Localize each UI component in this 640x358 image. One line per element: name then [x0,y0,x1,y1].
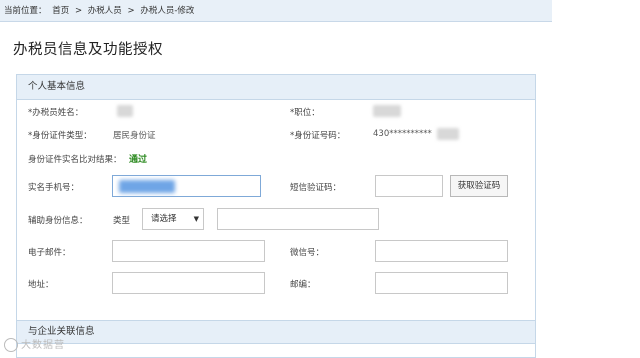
email-label: 电子邮件： [28,248,71,258]
breadcrumb-current: 办税人员-修改 [140,6,195,16]
personal-info-panel-title: 个人基本信息 [17,75,535,100]
id-number-value: 430********** [373,129,432,139]
aux-id-number-input[interactable] [217,208,379,230]
id-verify-result: 通过 [129,155,148,165]
sms-code-label: 短信验证码： [290,183,342,193]
id-number-label: *身份证号码： [290,131,346,141]
phone-input[interactable] [112,175,261,197]
right-margin [552,0,640,358]
aux-id-type-label: 类型 [113,216,131,226]
breadcrumb-prefix: 当前位置： [4,6,47,16]
postcode-input[interactable] [375,272,508,294]
email-input[interactable] [112,240,265,262]
position-label: *职位： [290,108,320,118]
phone-value-blurred [119,180,175,193]
breadcrumb-separator: > [127,6,135,16]
chevron-down-icon: ▼ [193,215,199,223]
id-type-value: 居民身份证 [113,131,156,141]
id-type-label: *身份证件类型： [28,131,92,141]
aux-id-type-select-value: 请选择 [151,214,177,224]
sms-code-input[interactable] [375,175,443,197]
wechat-input[interactable] [375,240,508,262]
watermark: 大数据营 [4,336,65,352]
address-label: 地址： [28,280,54,290]
id-number-blurred [437,128,459,140]
breadcrumb-separator: > [74,6,83,16]
breadcrumb: 当前位置： 首页 > 办税人员 > 办税人员-修改 [0,0,552,22]
name-label: *办税员姓名： [28,108,84,118]
page-title: 办税员信息及功能授权 [13,42,163,58]
address-input[interactable] [112,272,265,294]
id-verify-label: 身份证件实名比对结果： [28,155,122,165]
breadcrumb-home-link[interactable]: 首页 [52,6,69,16]
phone-label: 实名手机号： [28,183,80,193]
name-value-blurred [117,105,133,117]
wechat-label: 微信号： [290,248,325,258]
company-info-panel-title: 与企业关联信息 [16,320,536,344]
position-value-blurred [373,105,401,117]
breadcrumb-tax-staff-link[interactable]: 办税人员 [88,6,122,16]
postcode-label: 邮编： [290,280,316,290]
aux-id-label: 辅助身份信息： [28,216,88,226]
watermark-logo-icon [4,338,18,352]
get-sms-code-button[interactable]: 获取验证码 [450,175,508,197]
aux-id-type-select[interactable]: 请选择 ▼ [142,208,204,230]
watermark-text: 大数据营 [21,340,65,351]
